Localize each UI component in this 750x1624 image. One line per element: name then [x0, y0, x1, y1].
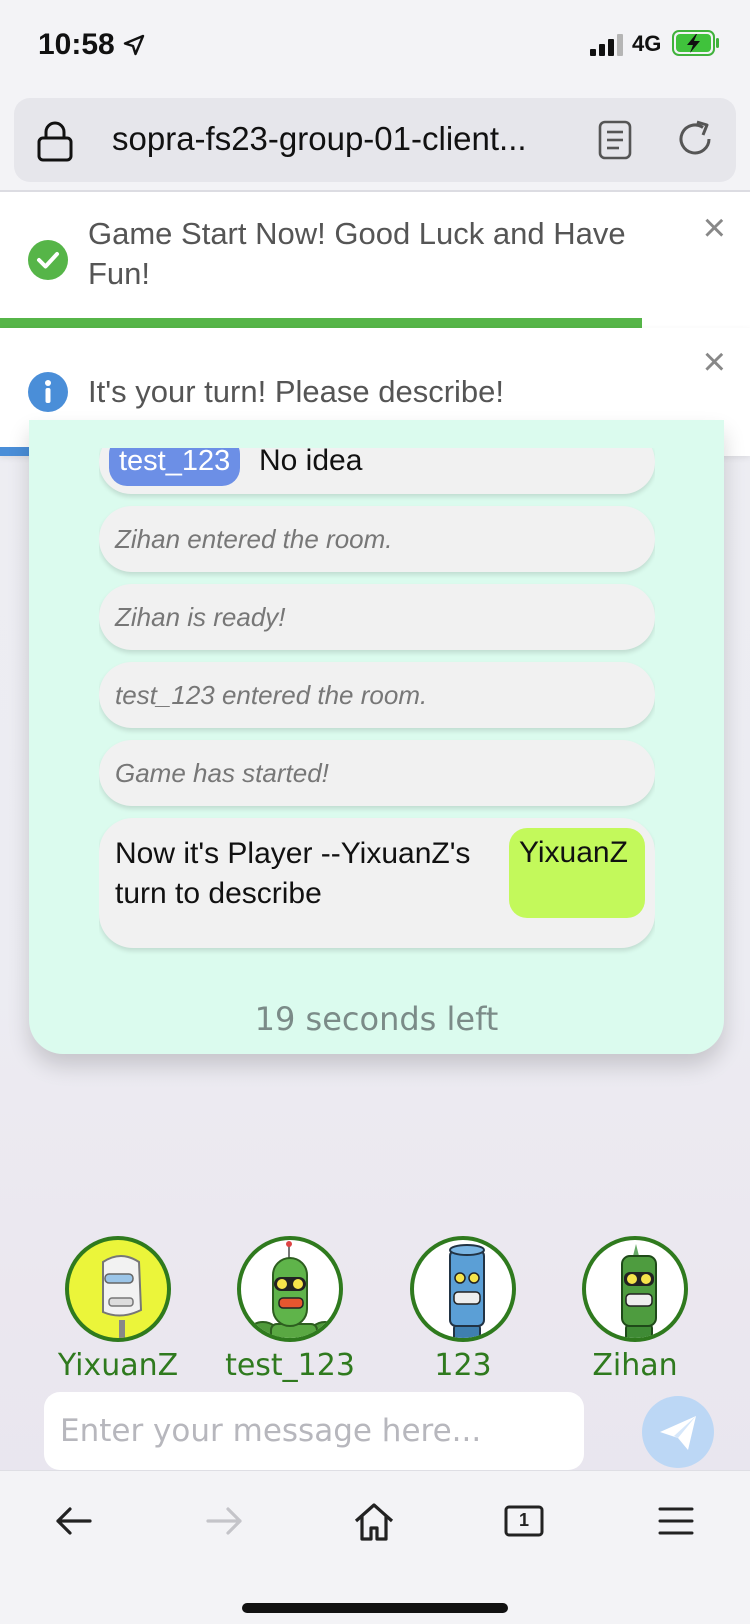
- chat-panel: test_123 No idea Zihan entered the room.…: [29, 420, 724, 1054]
- paper-plane-icon: [660, 1416, 696, 1450]
- message-list[interactable]: test_123 No idea Zihan entered the room.…: [99, 448, 655, 974]
- system-message: Zihan entered the room.: [99, 506, 655, 572]
- address-bar[interactable]: sopra-fs23-group-01-client...: [14, 98, 736, 182]
- avatar: [65, 1236, 171, 1342]
- robot-avatar-icon: [102, 1255, 143, 1338]
- message-input[interactable]: [44, 1392, 584, 1470]
- reload-icon[interactable]: [674, 118, 716, 160]
- system-message: Game has started!: [99, 740, 655, 806]
- browser-toolbar: 1: [0, 1470, 750, 1624]
- clock: 10:58: [38, 28, 115, 61]
- reader-mode-icon[interactable]: [598, 120, 632, 160]
- system-message: test_123 entered the room.: [99, 662, 655, 728]
- close-icon[interactable]: ×: [703, 342, 726, 382]
- lock-icon: [37, 121, 73, 162]
- system-message-text: Zihan entered the room.: [115, 524, 393, 554]
- battery-icon: [672, 30, 719, 56]
- info-icon: [28, 372, 68, 412]
- location-arrow-icon: [123, 34, 145, 56]
- avatar: [237, 1236, 343, 1342]
- message-text: No idea: [259, 448, 363, 477]
- system-message-text: test_123 entered the room.: [115, 680, 428, 710]
- turn-message: Now it's Player --YixuanZ's turn to desc…: [99, 818, 655, 948]
- success-notification: Game Start Now! Good Luck and Have Fun! …: [0, 192, 750, 328]
- player-zihan[interactable]: Zihan: [565, 1236, 705, 1383]
- tab-count: 1: [518, 1510, 529, 1530]
- system-message-text: Game has started!: [115, 758, 329, 788]
- menu-icon[interactable]: [652, 1497, 700, 1545]
- turn-player-badge: YixuanZ: [509, 828, 645, 918]
- player-name: 123: [434, 1348, 492, 1383]
- forward-arrow-icon[interactable]: [200, 1497, 248, 1545]
- player-test_123[interactable]: test_123: [220, 1236, 360, 1383]
- browser-header: sopra-fs23-group-01-client...: [0, 92, 750, 192]
- message-username-tag: test_123: [109, 448, 241, 486]
- url-text[interactable]: sopra-fs23-group-01-client...: [112, 120, 527, 158]
- notification-text: Game Start Now! Good Luck and Have Fun!: [88, 216, 626, 291]
- notification-text: It's your turn! Please describe!: [88, 374, 505, 409]
- system-message-text: Zihan is ready!: [115, 602, 286, 632]
- robot-avatar-icon: [246, 1241, 339, 1338]
- network-label: 4G: [632, 31, 662, 56]
- player-yixuanz[interactable]: YixuanZ: [48, 1236, 188, 1383]
- back-arrow-icon[interactable]: [50, 1497, 98, 1545]
- tabs-button[interactable]: 1: [500, 1497, 548, 1545]
- chat-message: test_123 No idea: [99, 448, 655, 494]
- system-message: Zihan is ready!: [99, 584, 655, 650]
- status-bar: 10:58 4G: [0, 0, 750, 92]
- turn-message-text: Now it's Player --YixuanZ's turn to desc…: [115, 837, 471, 910]
- robot-avatar-icon: [621, 1244, 657, 1338]
- robot-avatar-icon: [449, 1244, 485, 1338]
- check-circle-icon: [28, 240, 68, 280]
- signal-icon: [590, 34, 623, 56]
- turn-timer: 19 seconds left: [254, 1000, 499, 1038]
- avatar: [582, 1236, 688, 1342]
- home-indicator: [242, 1603, 508, 1613]
- notification-progress-bar: [0, 318, 642, 328]
- send-button[interactable]: [642, 1396, 714, 1468]
- avatar: [410, 1236, 516, 1342]
- player-name: Zihan: [592, 1348, 678, 1383]
- player-name: test_123: [225, 1348, 355, 1383]
- player-name: YixuanZ: [57, 1348, 179, 1383]
- home-icon[interactable]: [350, 1497, 398, 1545]
- close-icon[interactable]: ×: [703, 208, 726, 248]
- player-123[interactable]: 123: [393, 1236, 533, 1383]
